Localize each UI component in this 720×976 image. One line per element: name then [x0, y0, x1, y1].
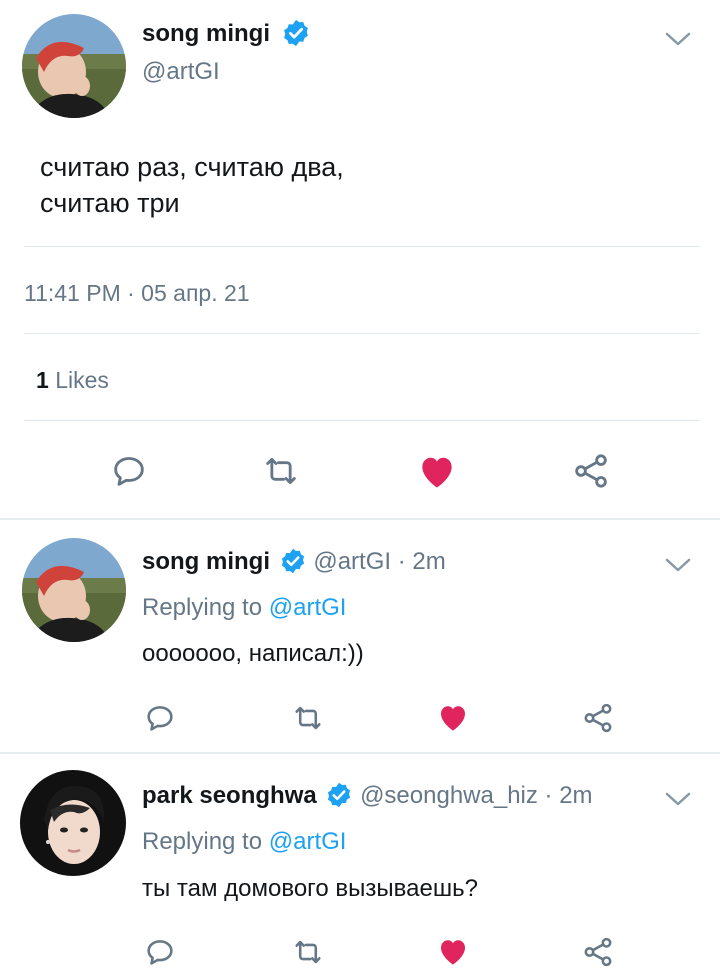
reply-author-handle[interactable]: @artGI: [313, 548, 391, 575]
replying-to-handle[interactable]: @artGI: [269, 828, 347, 855]
like-button[interactable]: [432, 930, 474, 972]
reply-time: · 2m: [544, 782, 593, 809]
reply-icon: [147, 706, 173, 731]
likes-count: 1: [36, 367, 49, 393]
reply-avatar[interactable]: [20, 770, 126, 876]
replying-to: Replying to @artGI: [142, 828, 346, 856]
verified-icon: [283, 19, 308, 46]
reply-button[interactable]: [140, 932, 180, 972]
retweet-icon: [295, 706, 321, 730]
like-button[interactable]: [432, 696, 474, 738]
tweet-timestamp: 11:41 PM · 05 апр. 21: [24, 280, 250, 306]
reply-icon: [147, 940, 173, 965]
likes-label: Likes: [55, 367, 109, 393]
author-handle[interactable]: @artGI: [142, 58, 220, 86]
chevron-down-icon[interactable]: [664, 790, 692, 808]
share-button[interactable]: [578, 698, 618, 738]
likes-summary[interactable]: 1 Likes: [36, 367, 109, 394]
retweet-button[interactable]: [288, 698, 328, 738]
reply-header: song mingi @artGI · 2m: [142, 548, 446, 576]
share-icon: [584, 937, 612, 967]
reply-text: ооооооо, написал:)): [142, 640, 364, 667]
replying-to-prefix: Replying to: [142, 828, 263, 855]
section-divider: [0, 518, 720, 520]
divider: [24, 246, 700, 247]
chevron-down-icon[interactable]: [664, 30, 692, 48]
reply-text: ты там домового вызываешь?: [142, 875, 478, 902]
reply-avatar[interactable]: [22, 538, 126, 642]
divider: [0, 752, 720, 754]
share-button[interactable]: [568, 448, 614, 494]
replying-to-prefix: Replying to: [142, 594, 263, 621]
chevron-down-icon[interactable]: [664, 556, 692, 574]
reply-button[interactable]: [106, 448, 152, 494]
verified-icon: [281, 548, 304, 573]
retweet-button[interactable]: [258, 448, 304, 494]
reply-header: park seonghwa @seonghwa_hiz · 2m: [142, 782, 593, 810]
tweet-text-line-1: считаю раз, считаю два,: [40, 152, 344, 182]
share-icon: [584, 703, 612, 733]
replying-to-handle[interactable]: @artGI: [269, 594, 347, 621]
reply-time: · 2m: [397, 548, 446, 575]
reply-author-name[interactable]: song mingi: [142, 548, 270, 575]
retweet-icon: [295, 940, 321, 964]
retweet-icon: [266, 457, 296, 485]
share-icon: [575, 454, 607, 488]
reply-author-handle[interactable]: @seonghwa_hiz: [360, 782, 538, 809]
tweet-text-line-2: считаю три: [40, 188, 180, 218]
reply-icon: [114, 457, 144, 486]
author-avatar[interactable]: [22, 14, 126, 118]
reply-author-name[interactable]: park seonghwa: [142, 782, 317, 809]
heart-icon: [441, 940, 465, 965]
retweet-button[interactable]: [288, 932, 328, 972]
divider: [24, 420, 700, 421]
verified-icon: [328, 782, 351, 807]
like-button[interactable]: [412, 446, 462, 496]
share-button[interactable]: [578, 932, 618, 972]
heart-icon: [441, 706, 465, 731]
reply-button[interactable]: [140, 698, 180, 738]
replying-to: Replying to @artGI: [142, 594, 346, 622]
divider: [24, 333, 700, 334]
author-name-text: song mingi: [142, 20, 270, 47]
author-name[interactable]: song mingi: [142, 19, 311, 48]
heart-icon: [422, 457, 452, 488]
